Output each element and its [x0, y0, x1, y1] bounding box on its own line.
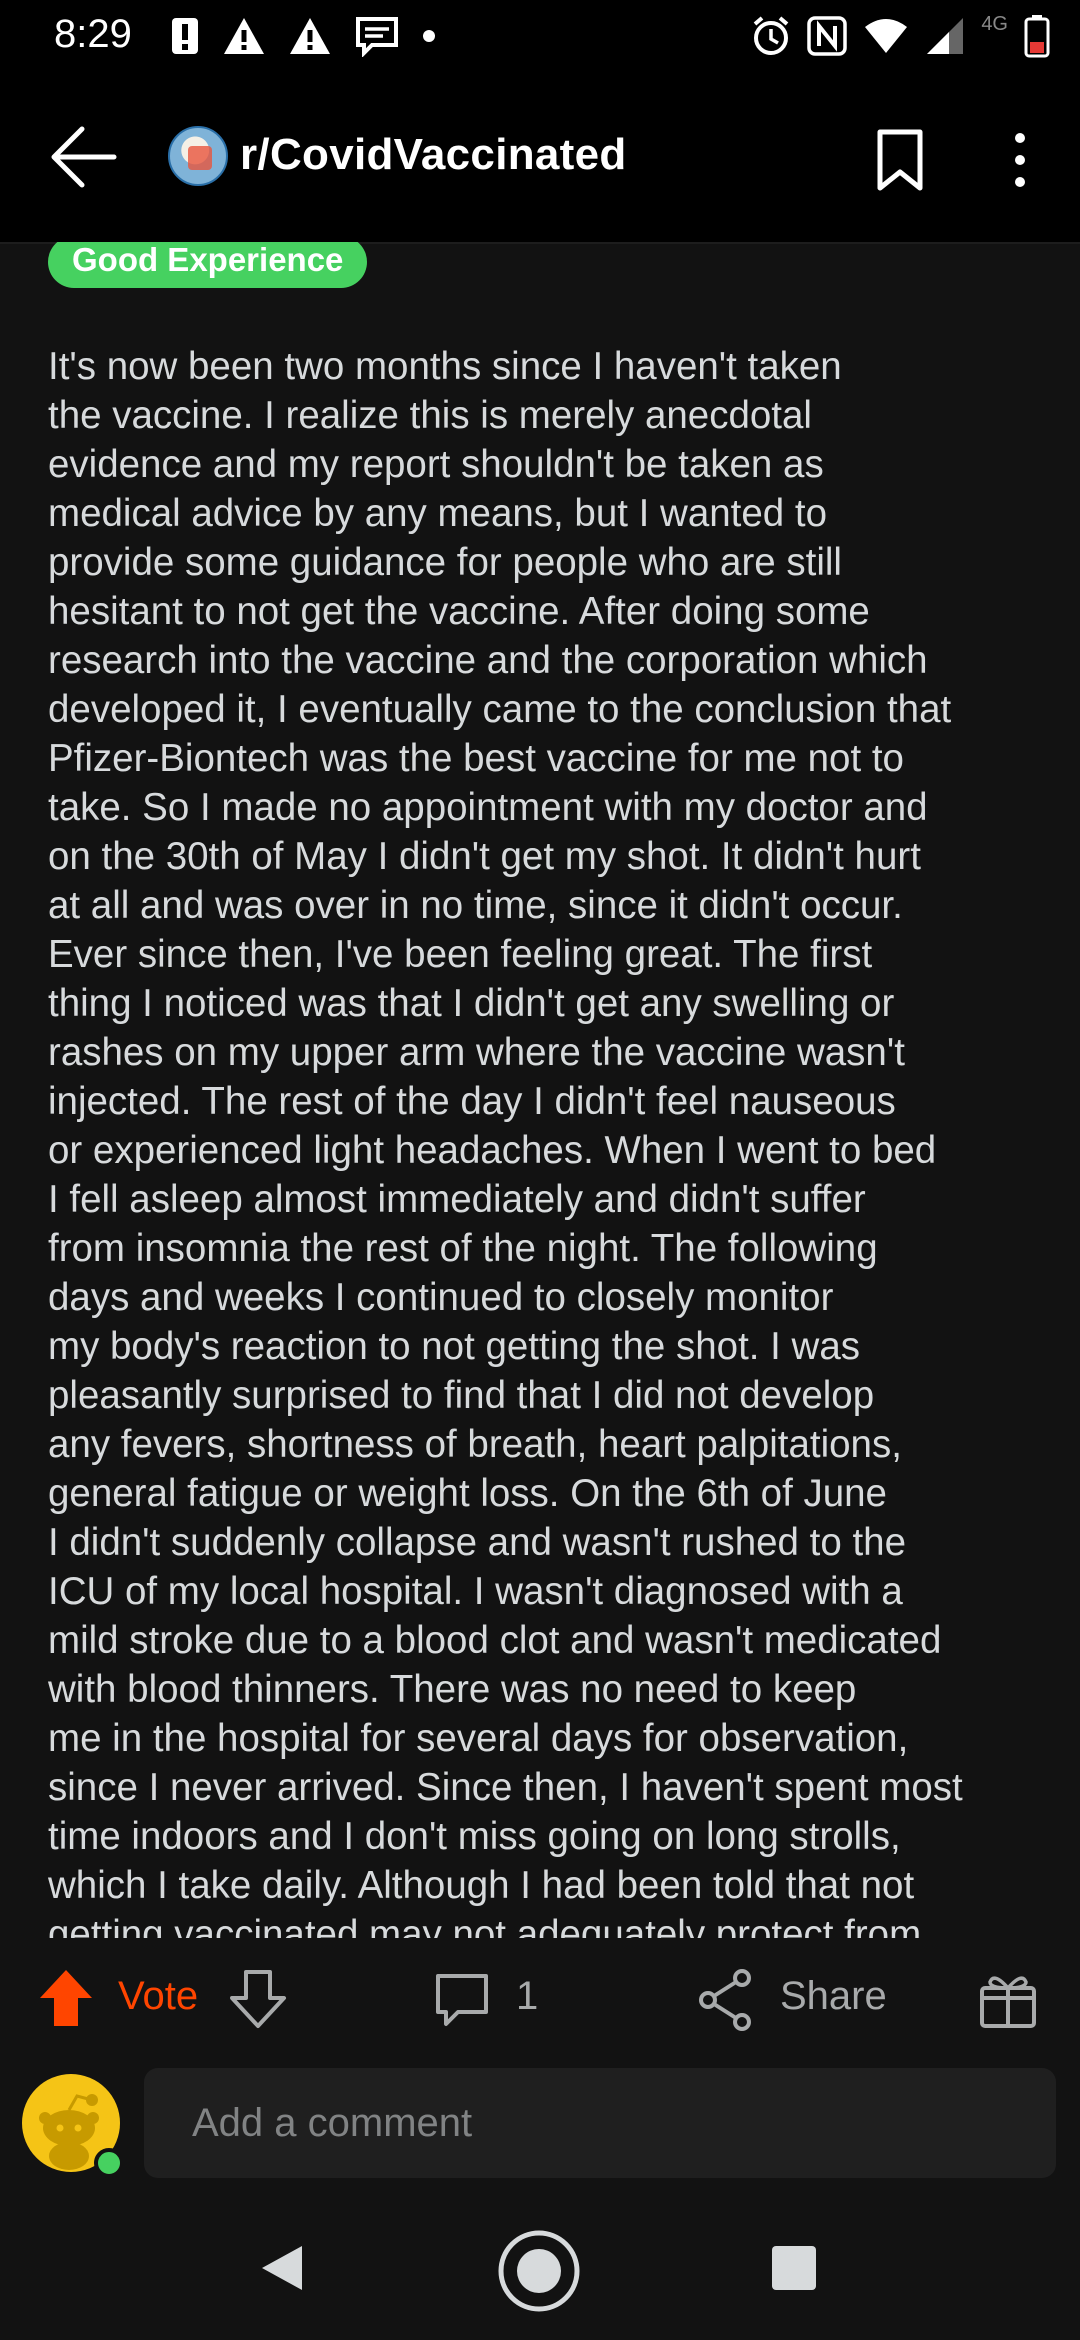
- post-content[interactable]: Good Experience It's now been two months…: [0, 242, 1080, 1938]
- comment-input[interactable]: [144, 2068, 1056, 2178]
- share-icon[interactable]: [696, 1968, 756, 2032]
- subreddit-avatar[interactable]: [168, 126, 228, 186]
- wifi-icon: [865, 19, 908, 53]
- nav-home-icon[interactable]: [496, 2228, 582, 2314]
- system-nav-bar: [0, 2198, 1080, 2340]
- status-bar: 8:29 4G: [0, 0, 1080, 76]
- post-body-line: It's now been two months since I haven't…: [48, 345, 842, 388]
- share-label[interactable]: Share: [780, 1974, 887, 2019]
- post-body-line: ICU of my local hospital. I wasn't diagn…: [48, 1570, 903, 1613]
- post-body-line: days and weeks I continued to closely mo…: [48, 1276, 834, 1319]
- post-body-line: with blood thinners. There was no need t…: [48, 1668, 857, 1711]
- comment-bar: [0, 2058, 1080, 2198]
- post-body: It's now been two months since I haven't…: [48, 342, 1048, 1938]
- post-flair[interactable]: Good Experience: [48, 242, 368, 288]
- system-icons: 4G: [751, 10, 1050, 62]
- post-action-bar: Vote 1 Share: [0, 1938, 1080, 2058]
- post-body-line: mild stroke due to a blood clot and wasn…: [48, 1619, 942, 1662]
- post-body-line: my body's reaction to not getting the sh…: [48, 1325, 861, 1368]
- downvote-icon[interactable]: [228, 1968, 288, 2030]
- post-body-line: which I take daily. Although I had been …: [48, 1864, 915, 1907]
- post-body-line: or experienced light headaches. When I w…: [48, 1129, 937, 1172]
- warning-icon: [290, 18, 330, 54]
- nfc-icon: [807, 16, 848, 56]
- alert-icon: [172, 18, 198, 54]
- vote-label[interactable]: Vote: [118, 1974, 198, 2019]
- post-body-line: developed it, I eventually came to the c…: [48, 688, 952, 731]
- post-body-line: evidence and my report shouldn't be take…: [48, 443, 824, 486]
- post-body-line: I didn't suddenly collapse and wasn't ru…: [48, 1521, 906, 1564]
- post-body-line: research into the vaccine and the corpor…: [48, 639, 928, 682]
- upvote-icon[interactable]: [36, 1966, 96, 2030]
- post-body-line: since I never arrived. Since then, I hav…: [48, 1766, 963, 1809]
- post-body-line: getting vaccinated may not adequately pr…: [48, 1913, 922, 1938]
- post-body-line: medical advice by any means, but I wante…: [48, 492, 827, 535]
- notification-icons: [170, 14, 436, 58]
- post-body-line: at all and was over in no time, since it…: [48, 884, 903, 927]
- back-arrow-icon[interactable]: [44, 121, 124, 193]
- post-body-line: me in the hospital for several days for …: [48, 1717, 909, 1760]
- comment-count[interactable]: 1: [516, 1974, 538, 2019]
- award-icon[interactable]: [978, 1968, 1038, 2030]
- post-body-line: time indoors and I don't miss going on l…: [48, 1815, 901, 1858]
- battery-low-icon: [1024, 15, 1050, 58]
- post-header: r/CovidVaccinated: [0, 76, 1080, 244]
- post-body-line: rashes on my upper arm where the vaccine…: [48, 1031, 905, 1074]
- status-time: 8:29: [54, 12, 132, 56]
- message-icon: [356, 17, 398, 57]
- post-body-line: take. So I made no appointment with my d…: [48, 786, 928, 829]
- post-body-line: thing I noticed was that I didn't get an…: [48, 982, 895, 1025]
- bookmark-icon[interactable]: [872, 128, 928, 192]
- online-status-dot: [94, 2148, 124, 2178]
- network-type: 4G: [981, 12, 1008, 35]
- alarm-icon: [754, 16, 789, 55]
- more-vertical-icon[interactable]: [1000, 128, 1040, 192]
- subreddit-name[interactable]: r/CovidVaccinated: [240, 130, 627, 180]
- post-body-line: hesitant to not get the vaccine. After d…: [48, 590, 870, 633]
- post-body-line: the vaccine. I realize this is merely an…: [48, 394, 812, 437]
- nav-back-icon[interactable]: [256, 2242, 308, 2294]
- signal-icon: [927, 18, 964, 54]
- dot-icon: [423, 30, 435, 42]
- post-body-line: pleasantly surprised to find that I did …: [48, 1374, 875, 1417]
- warning-icon: [224, 18, 264, 54]
- post-body-line: provide some guidance for people who are…: [48, 541, 842, 584]
- post-body-line: I fell asleep almost immediately and did…: [48, 1178, 866, 1221]
- post-body-line: any fevers, shortness of breath, heart p…: [48, 1423, 902, 1466]
- post-body-line: injected. The rest of the day I didn't f…: [48, 1080, 896, 1123]
- comment-icon[interactable]: [432, 1970, 492, 2030]
- post-body-line: from insomnia the rest of the night. The…: [48, 1227, 878, 1270]
- nav-recents-icon[interactable]: [770, 2244, 818, 2292]
- post-body-line: Pfizer-Biontech was the best vaccine for…: [48, 737, 904, 780]
- post-body-line: on the 30th of May I didn't get my shot.…: [48, 835, 921, 878]
- post-body-line: general fatigue or weight loss. On the 6…: [48, 1472, 887, 1515]
- post-body-line: Ever since then, I've been feeling great…: [48, 933, 873, 976]
